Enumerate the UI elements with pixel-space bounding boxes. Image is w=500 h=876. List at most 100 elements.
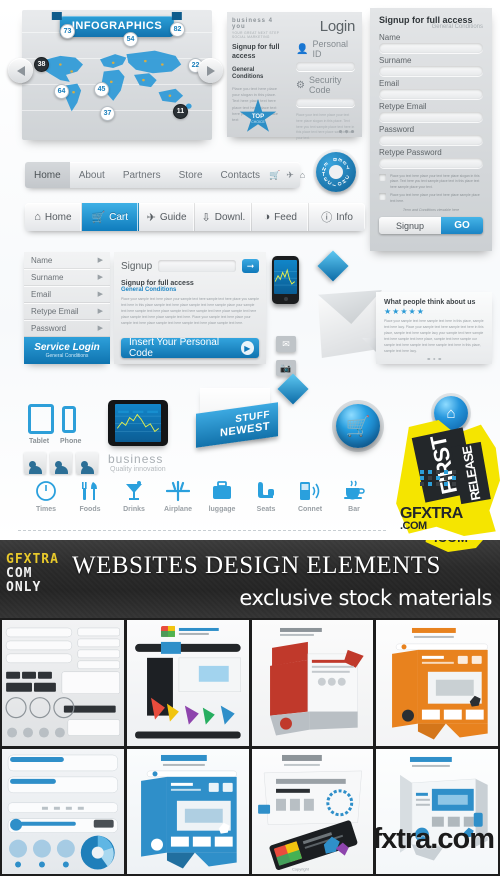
- carousel-next-button[interactable]: [198, 58, 223, 83]
- icon-cell-seats[interactable]: Seats: [246, 478, 286, 513]
- icon-cell-foods[interactable]: Foods: [70, 478, 110, 513]
- rating-stars: ★★★★★: [384, 307, 425, 316]
- thumb-art: [140, 754, 237, 869]
- icon-cell-bar[interactable]: Bar: [334, 478, 374, 513]
- thumbnail-website-tablet-grey[interactable]: Copyright: [251, 748, 374, 874]
- signup-field-input-email[interactable]: [379, 89, 483, 99]
- gfxtra-banner: .COM GFXTRA COM ONLY WEBSITES DESIGN ELE…: [0, 540, 500, 618]
- login-panel-pagination[interactable]: [339, 130, 354, 133]
- chevron-left-icon: [16, 65, 25, 76]
- map-marker[interactable]: 38: [34, 57, 49, 72]
- service-row-email[interactable]: Email ▶: [24, 286, 110, 303]
- thumbnail-website-dark-rainbow[interactable]: [126, 620, 249, 746]
- business-name: business: [108, 452, 164, 466]
- thumbnail-website-blue-origami[interactable]: [126, 748, 249, 874]
- thumb-art: Copyright: [257, 754, 362, 871]
- service-row-retype-email[interactable]: Retype Email ▶: [24, 303, 110, 320]
- home-icon[interactable]: ⌂: [300, 170, 305, 181]
- tab-cart[interactable]: 🛒 Cart: [81, 203, 139, 231]
- signup-field-label-name: Name: [379, 33, 401, 42]
- map-marker[interactable]: 45: [94, 82, 109, 97]
- signup-wide-input[interactable]: [158, 260, 236, 272]
- thumbnail-website-light-blue[interactable]: gfxtra.com: [376, 748, 498, 874]
- arrow-right-icon[interactable]: ➞: [242, 259, 259, 273]
- signup-field-label-retype-password: Retype Password: [379, 148, 442, 157]
- tab-download[interactable]: ⇩ Downl.: [195, 203, 253, 231]
- go-button[interactable]: GO: [441, 217, 483, 235]
- tab-feed[interactable]: ◑ Feed: [252, 203, 310, 231]
- home-icon: ⌂: [34, 211, 41, 223]
- signup-checkbox-row[interactable]: Place you text here place your text here…: [379, 174, 483, 190]
- signup-field-input-name[interactable]: [379, 43, 483, 53]
- signup-field-input-retype-password[interactable]: [379, 158, 483, 168]
- coffee-icon: [342, 478, 366, 504]
- service-login-footer[interactable]: Service Login General Conditions: [24, 337, 110, 364]
- checkbox-icon[interactable]: [379, 174, 386, 181]
- thumbnail-website-red-origami[interactable]: [251, 620, 374, 746]
- tab-guide[interactable]: ✈ Guide: [139, 203, 196, 231]
- signup-wide-top-row: Signup ➞: [121, 259, 259, 273]
- icon-cell-times[interactable]: Times: [26, 478, 66, 513]
- icon-cell-airplane[interactable]: Airplane: [158, 478, 198, 513]
- tablet-chart-icon: [115, 410, 161, 433]
- signup-terms-link[interactable]: Term and Conditions viewable here: [379, 208, 483, 212]
- map-marker[interactable]: 82: [170, 22, 185, 37]
- suitcase-icon: [211, 478, 233, 504]
- nav-item-store[interactable]: Store: [170, 170, 212, 181]
- service-row-name[interactable]: Name ▶: [24, 252, 110, 269]
- cart-icon: 🛒: [91, 211, 106, 224]
- tablet-mockup: [108, 400, 168, 446]
- tab-info[interactable]: ⓘ Info: [309, 203, 365, 231]
- signup-field-input-password[interactable]: [379, 135, 483, 145]
- tablet-icon: [28, 404, 54, 434]
- dot-grid-decoration: [420, 470, 458, 486]
- icon-cell-connet[interactable]: Connet: [290, 478, 330, 513]
- primary-nav: Home About Partners Store Contacts 🛒 ✈ ⌂: [25, 162, 305, 188]
- plane-icon[interactable]: ✈: [286, 170, 294, 181]
- icon-cell-luggage[interactable]: luggage: [202, 478, 242, 513]
- signup-field-label-email: Email: [379, 79, 400, 88]
- thumbnail-website-orange-origami[interactable]: [376, 620, 498, 746]
- cart-sphere-button[interactable]: 🛒: [336, 404, 380, 448]
- thumbnail-ui-kit-dark-grey[interactable]: [2, 620, 124, 746]
- chevron-right-icon: ▶: [97, 257, 103, 264]
- icon-label: Airplane: [163, 506, 192, 513]
- insert-personal-code-button[interactable]: Insert Your Personal Code ▶: [121, 337, 259, 359]
- download-icon: ⇩: [201, 211, 211, 224]
- tab-home-label: Home: [44, 211, 72, 223]
- map-marker[interactable]: 37: [100, 106, 115, 121]
- signup-checkbox-row[interactable]: Place you text here place your text here…: [379, 193, 483, 204]
- map-marker[interactable]: 64: [54, 84, 69, 99]
- thumbnail-ui-kit-blue[interactable]: [2, 748, 124, 874]
- signup-field-input-surname[interactable]: [379, 66, 483, 76]
- signup-button[interactable]: Signup: [379, 217, 441, 235]
- service-row-surname[interactable]: Surname ▶: [24, 269, 110, 286]
- personal-id-input[interactable]: [296, 62, 355, 71]
- personal-id-label: Personal ID: [312, 39, 348, 59]
- rss-icon: ◑: [263, 211, 271, 223]
- checkbox-icon[interactable]: [379, 193, 386, 201]
- nav-item-contacts[interactable]: Contacts: [212, 170, 269, 181]
- phone-home-button: [283, 297, 288, 301]
- service-login-form: Name ▶ Surname ▶ Email ▶ Retype Email ▶ …: [24, 252, 110, 364]
- gfxtra-logo-line2: COM: [6, 566, 33, 581]
- cart-icon[interactable]: 🛒: [269, 170, 280, 181]
- map-marker[interactable]: 73: [60, 24, 75, 39]
- security-code-input[interactable]: [296, 98, 355, 107]
- service-row-password[interactable]: Password ▶: [24, 320, 110, 337]
- nav-item-about[interactable]: About: [70, 170, 114, 181]
- signup-field-input-retype-email[interactable]: [379, 112, 483, 122]
- testimonial-pagination[interactable]: [427, 357, 441, 360]
- map-marker[interactable]: 11: [173, 104, 188, 119]
- carousel-prev-button[interactable]: [8, 58, 33, 83]
- icon-cell-drinks[interactable]: Drinks: [114, 478, 154, 513]
- chevron-right-icon: ▶: [97, 274, 103, 281]
- smartphone-mockup: [272, 256, 299, 304]
- nav-item-home[interactable]: Home: [25, 162, 70, 188]
- thumb-art: [269, 627, 364, 736]
- icon-label: Times: [35, 506, 57, 513]
- map-marker[interactable]: 54: [123, 32, 138, 47]
- tab-home[interactable]: ⌂ Home: [25, 203, 82, 231]
- service-row-label: Retype Email: [31, 306, 79, 316]
- nav-item-partners[interactable]: Partners: [114, 170, 170, 181]
